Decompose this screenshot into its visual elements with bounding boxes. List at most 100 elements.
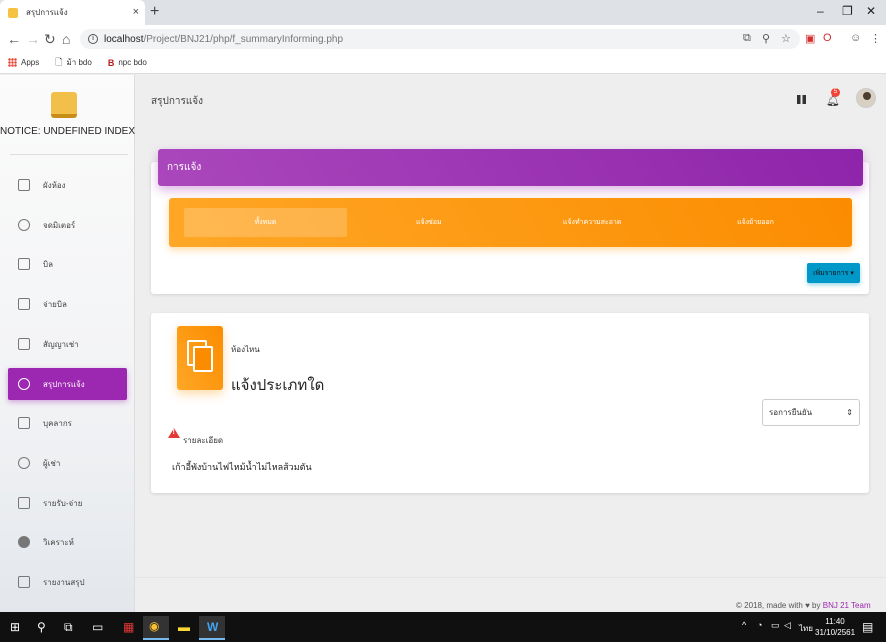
explorer-window-icon[interactable]: ▭ (92, 620, 103, 634)
php-notice: NOTICE: UNDEFINED INDEX: SEL (0, 126, 135, 137)
info-icon[interactable]: i (88, 34, 98, 44)
building-icon (18, 179, 30, 191)
status-select[interactable]: รอการยืนยัน ⇕ (762, 399, 860, 426)
tab-cleaning[interactable]: แจ้งทำความสะอาด (511, 208, 674, 237)
forward-arrow-icon[interactable]: → (26, 31, 40, 47)
report-type-heading: แจ้งประเภทใด (231, 377, 325, 394)
tab-title: สรุปการแจ้ง (26, 8, 68, 17)
page-icon: 🗋 (55, 56, 63, 67)
url-field[interactable]: i localhost/Project/BNJ21/php/f_summaryI… (80, 29, 800, 49)
sidebar-item-summary[interactable]: สรุปการแจ้ง (8, 368, 127, 400)
network-icon[interactable]: ◔ (757, 620, 762, 630)
bag-icon (18, 497, 30, 509)
sidebar-item-bill[interactable]: บิล (8, 248, 127, 280)
windows-start-icon[interactable]: ⊞ (10, 620, 20, 634)
id-card-icon (18, 417, 30, 429)
action-center-icon[interactable]: ▤ (862, 620, 873, 634)
bookmark-apps[interactable]: Apps (8, 58, 39, 67)
system-clock[interactable]: 11:40 31/10/2561 (815, 616, 855, 638)
detail-label: รายละเอียด (183, 436, 224, 445)
word-icon: W (207, 620, 219, 634)
task-view-icon[interactable]: ⧉ (64, 620, 73, 635)
battery-icon[interactable]: ▭ (771, 620, 780, 631)
bookmark-star-icon[interactable]: ☆ (781, 32, 791, 45)
pie-chart-icon (18, 536, 30, 548)
input-language[interactable]: ไทย (799, 622, 813, 635)
filter-tabs: ทั้งหมด แจ้งซ่อม แจ้งทำความสะอาด แจ้งย้า… (169, 198, 852, 247)
add-item-button[interactable]: เพิ่มรายการ ▾ (807, 263, 860, 283)
card-header: การแจ้ง (158, 149, 863, 186)
new-tab-button[interactable]: + (150, 3, 159, 21)
taskbar-app-chrome[interactable]: ◉ (143, 616, 169, 640)
taskbar-app-explorer[interactable]: ▬ (171, 616, 197, 640)
close-window-button[interactable]: ✕ (866, 4, 876, 18)
notification-badge: 5 (831, 88, 840, 97)
pencil-icon (18, 338, 30, 350)
bdo-icon: B (107, 57, 115, 68)
back-arrow-icon[interactable]: ← (7, 31, 21, 47)
tab-repair[interactable]: แจ้งซ่อม (347, 208, 510, 237)
warning-icon (168, 428, 180, 438)
footer-divider (135, 577, 886, 578)
building-logo-icon (51, 92, 77, 118)
sidebar-item-pay-bill[interactable]: จ่ายบิล (8, 288, 127, 320)
sidebar-item-room-plan[interactable]: ผังห้อง (8, 169, 127, 201)
list-icon (18, 576, 30, 588)
heart-icon: ♥ (805, 601, 810, 610)
sidebar-item-contract[interactable]: สัญญาเช่า (8, 328, 127, 360)
select-arrow-icon: ⇕ (846, 408, 853, 417)
status-select-value: รอการยืนยัน (769, 408, 813, 417)
sidebar-item-report[interactable]: รายงานสรุป (8, 566, 127, 598)
sidebar-item-staff[interactable]: บุคลากร (8, 407, 127, 439)
tray-chevron-icon[interactable]: ^ (742, 620, 746, 630)
mail-app-icon: ▦ (123, 620, 135, 634)
sidebar-item-analysis[interactable]: วิเคราะห์ (8, 526, 127, 558)
translate-icon[interactable]: ⧉ (743, 32, 751, 45)
footer: © 2018, made with ♥ by BNJ 21 Team (736, 601, 871, 610)
sidebar-item-meter[interactable]: จดมิเตอร์ (8, 209, 127, 241)
money-icon (18, 298, 30, 310)
extension-icon[interactable]: ▣ (805, 32, 815, 45)
menu-kebab-icon[interactable]: ⋮ (870, 32, 881, 45)
reload-icon[interactable]: ↻ (44, 31, 56, 48)
opera-icon[interactable]: O (823, 32, 832, 44)
tab-close-icon[interactable]: × (133, 6, 139, 18)
sidebar-item-tenants[interactable]: ผู้เช่า (8, 447, 127, 479)
tab-move-out[interactable]: แจ้งย้ายออก (674, 208, 837, 237)
maximize-button[interactable]: ❐ (842, 4, 853, 18)
bookmark-ma-bdo[interactable]: 🗋 ม้า bdo (55, 55, 92, 71)
home-icon[interactable]: ⌂ (62, 31, 70, 47)
room-label: ห้องไหน (231, 345, 260, 354)
taskbar-app-mail[interactable]: ▦ (116, 616, 142, 640)
tab-all[interactable]: ทั้งหมด (184, 208, 347, 237)
bookmark-npc-bdo[interactable]: Bnpc bdo (108, 58, 147, 68)
document-icon (18, 258, 30, 270)
search-icon[interactable]: ⚲ (37, 620, 46, 634)
zoom-icon[interactable]: ⚲ (762, 32, 770, 45)
windows-taskbar: ⊞ ⚲ ⧉ ▭ ▦ ◉ ▬ W ^ ◔ ▭ ◁ ▤ (0, 612, 886, 642)
sidebar: NOTICE: UNDEFINED INDEX: SEL ผังห้อง จดม… (0, 75, 135, 612)
url-host: localhost (104, 33, 144, 45)
chrome-icon: ◉ (149, 619, 160, 633)
browser-tab[interactable]: สรุปการแจ้ง × (0, 0, 145, 25)
lightbulb-icon (18, 378, 30, 390)
taskbar-app-word[interactable]: W (199, 616, 225, 640)
page-title: สรุปการแจ้ง (151, 96, 204, 107)
team-link[interactable]: BNJ 21 Team (823, 601, 871, 610)
card-title: การแจ้ง (167, 162, 202, 173)
users-icon (18, 457, 30, 469)
apps-grid-icon (8, 58, 17, 67)
avatar[interactable] (856, 88, 876, 108)
sidebar-item-income-expense[interactable]: รายรับ-จ่าย (8, 487, 127, 519)
url-path: /Project/BNJ21/php/f_summaryInforming.ph… (143, 33, 344, 45)
minimize-button[interactable]: – (817, 4, 824, 18)
detail-text: เก้าอี้พังบ้านไฟไหม้น้ำไม่ไหลส้วมตัน (172, 462, 312, 472)
copy-icon (177, 326, 223, 390)
profile-icon[interactable]: ☺ (850, 32, 861, 44)
dashboard-grid-icon[interactable] (797, 95, 806, 104)
folder-icon: ▬ (178, 620, 190, 634)
bookmarks-bar: Apps 🗋 ม้า bdo Bnpc bdo (0, 52, 886, 74)
gauge-icon (18, 219, 30, 231)
volume-icon[interactable]: ◁ (784, 620, 791, 631)
favicon-icon (8, 7, 18, 18)
